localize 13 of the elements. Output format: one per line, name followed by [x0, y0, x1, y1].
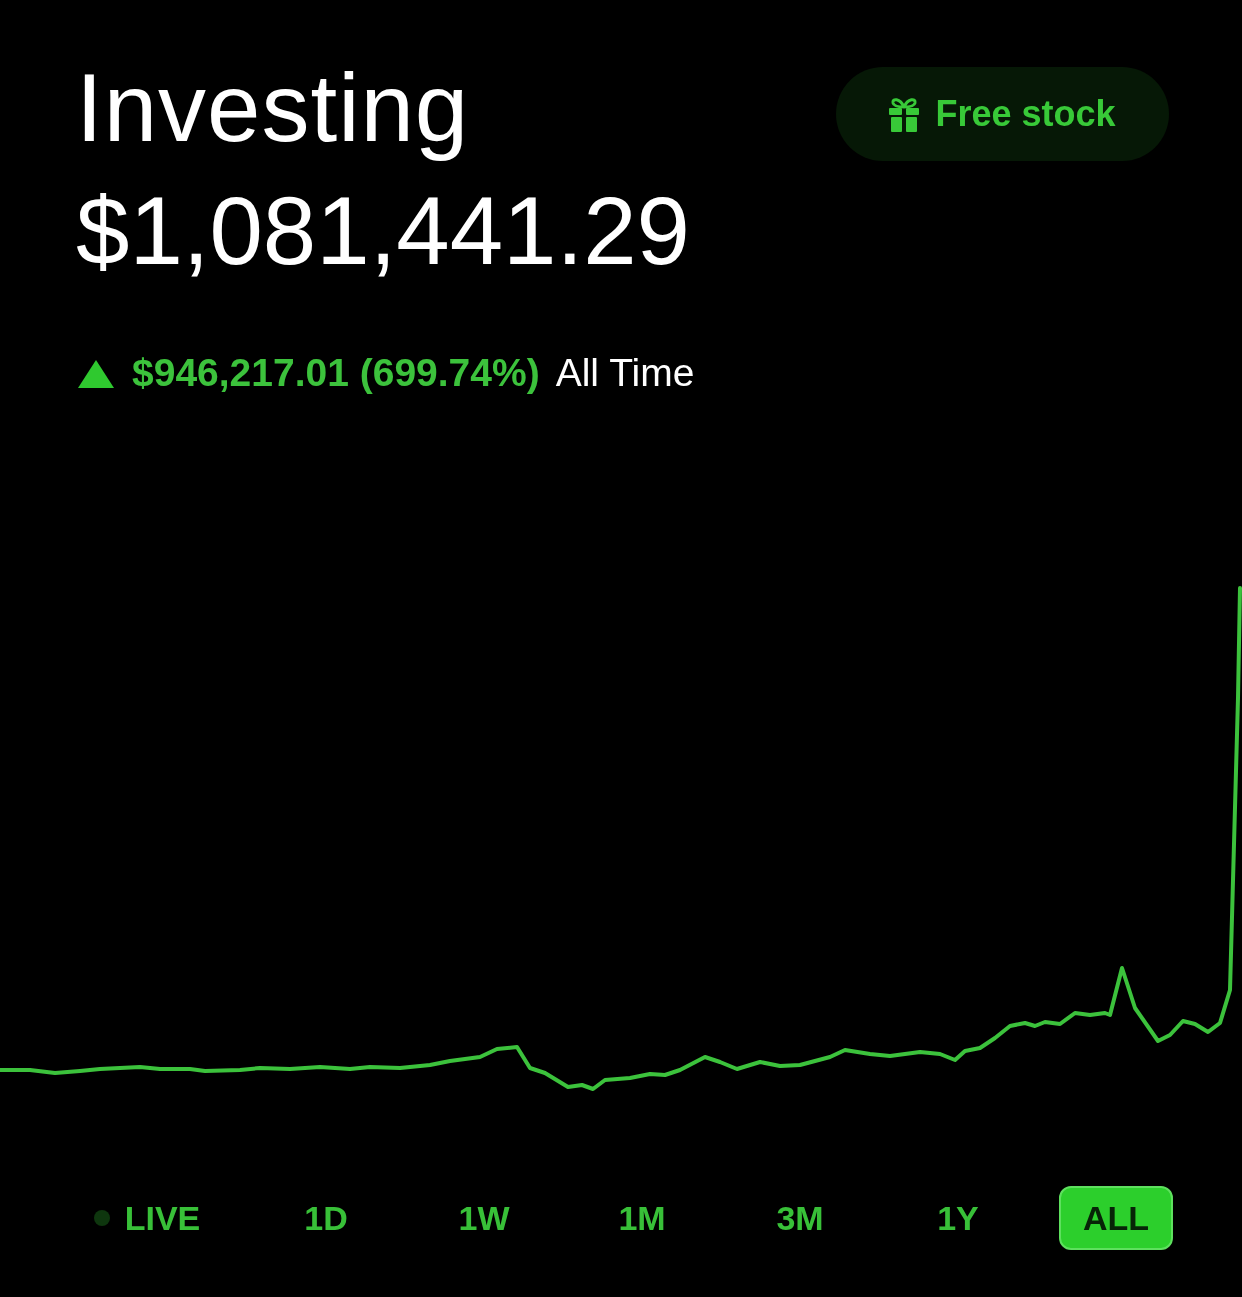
time-range-tab[interactable]: 1Y [937, 1185, 979, 1250]
page-title: Investing [76, 53, 470, 163]
portfolio-value: $1,081,441.29 [76, 176, 690, 287]
time-range-tab[interactable]: ALL [1058, 1185, 1174, 1250]
time-range-tab[interactable]: 1M [618, 1185, 666, 1250]
time-range-tab[interactable]: LIVE [93, 1185, 201, 1250]
time-range-tab[interactable]: 3M [776, 1185, 824, 1250]
gain-period: All Time [555, 351, 695, 397]
free-stock-button[interactable]: Free stock [836, 67, 1169, 161]
gift-icon [889, 96, 920, 132]
gain-amount: $946,217.01 (699.74%) [132, 351, 540, 397]
time-range-tab[interactable]: 1W [458, 1185, 510, 1250]
time-range-tab[interactable]: 1D [304, 1185, 348, 1250]
